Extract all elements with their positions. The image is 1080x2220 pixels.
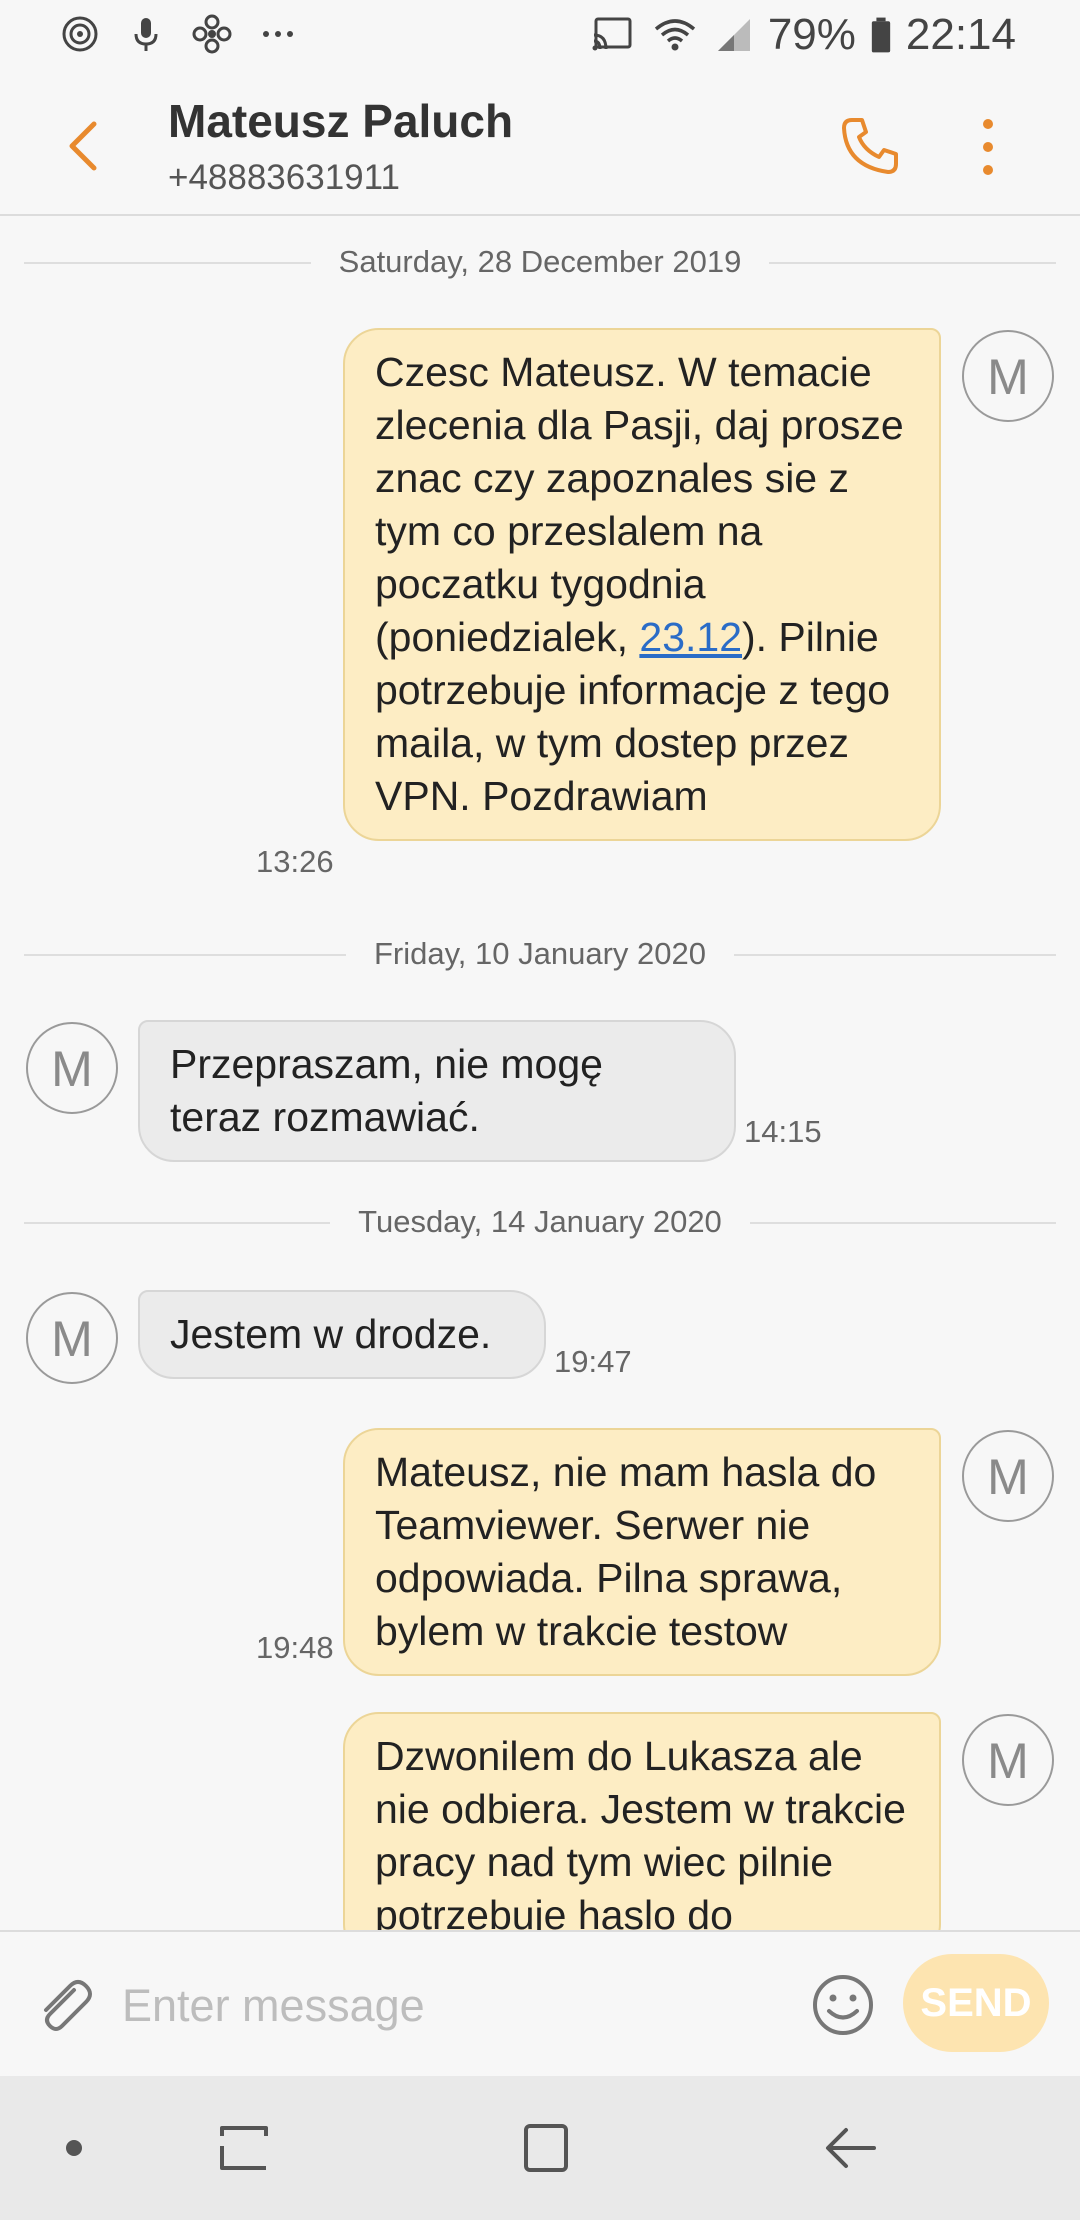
- recent-apps-icon[interactable]: [212, 2116, 276, 2180]
- message-input[interactable]: [120, 1962, 784, 2050]
- date-link[interactable]: 23.12: [639, 614, 742, 660]
- dot-icon[interactable]: [42, 2116, 106, 2180]
- date-label-text: Tuesday, 14 January 2020: [330, 1204, 750, 1239]
- avatar[interactable]: M: [962, 1714, 1054, 1806]
- date-label-text: Saturday, 28 December 2019: [310, 244, 770, 279]
- message-text: Dzwonilem do Lukasza ale nie odbiera. Je…: [375, 1733, 906, 1930]
- date-separator: Saturday, 28 December 2019: [0, 244, 1080, 280]
- wifi-icon: [654, 19, 695, 51]
- message-bubble-outgoing[interactable]: Mateusz, nie mam hasla do Teamviewer. Se…: [343, 1428, 941, 1676]
- conversation-header: Mateusz Paluch +48883631911: [0, 72, 1080, 216]
- message-time: 19:47: [554, 1344, 632, 1379]
- message-text: Mateusz, nie mam hasla do Teamviewer. Se…: [375, 1449, 877, 1654]
- paperclip-icon[interactable]: [34, 1976, 96, 2038]
- signal-icon: [717, 19, 750, 51]
- avatar[interactable]: M: [26, 1292, 118, 1384]
- message-time: 13:26: [256, 844, 334, 879]
- home-icon[interactable]: [514, 2116, 578, 2180]
- status-bar: 79% 22:14: [0, 0, 1080, 72]
- more-options-icon[interactable]: [968, 112, 1008, 182]
- avatar[interactable]: M: [962, 330, 1054, 422]
- contact-name[interactable]: Mateusz Paluch: [168, 94, 513, 148]
- battery-icon: [871, 17, 891, 53]
- compose-bar: SEND: [0, 1930, 1080, 2078]
- date-label-text: Friday, 10 January 2020: [345, 936, 734, 971]
- message-text: Jestem w drodze.: [170, 1311, 492, 1357]
- message-text: Przepraszam, nie mogę teraz rozmawiać.: [170, 1041, 603, 1140]
- fan-icon: [192, 14, 232, 54]
- system-nav-bar: [0, 2076, 1080, 2220]
- message-bubble-outgoing[interactable]: Dzwonilem do Lukasza ale nie odbiera. Je…: [343, 1712, 941, 1930]
- avatar[interactable]: M: [26, 1022, 118, 1114]
- emoji-icon[interactable]: [810, 1972, 876, 2038]
- phone-call-icon[interactable]: [838, 114, 902, 178]
- mic-icon: [134, 18, 158, 51]
- message-bubble-outgoing[interactable]: Czesc Mateusz. W temacie zlecenia dla Pa…: [343, 328, 941, 841]
- message-time: 14:15: [744, 1114, 822, 1149]
- back-icon[interactable]: [818, 2116, 882, 2180]
- avatar[interactable]: M: [962, 1430, 1054, 1522]
- status-left: [60, 14, 298, 54]
- message-list[interactable]: Saturday, 28 December 2019 13:26 Czesc M…: [0, 216, 1080, 1930]
- message-bubble-incoming[interactable]: Jestem w drodze.: [138, 1290, 546, 1379]
- battery-percent: 79%: [767, 10, 856, 59]
- message-bubble-incoming[interactable]: Przepraszam, nie mogę teraz rozmawiać.: [138, 1020, 736, 1162]
- status-right: 79% 22:14: [588, 10, 1016, 60]
- clock: 22:14: [905, 10, 1016, 59]
- cast-icon: [592, 17, 632, 51]
- more-dots-icon: [263, 31, 293, 37]
- target-icon: [62, 16, 98, 52]
- back-arrow-icon[interactable]: [58, 116, 108, 176]
- contact-number: +48883631911: [168, 158, 400, 197]
- send-button[interactable]: SEND: [903, 1954, 1049, 2052]
- date-separator: Tuesday, 14 January 2020: [0, 1204, 1080, 1240]
- message-time: 19:48: [256, 1630, 334, 1665]
- date-separator: Friday, 10 January 2020: [0, 936, 1080, 972]
